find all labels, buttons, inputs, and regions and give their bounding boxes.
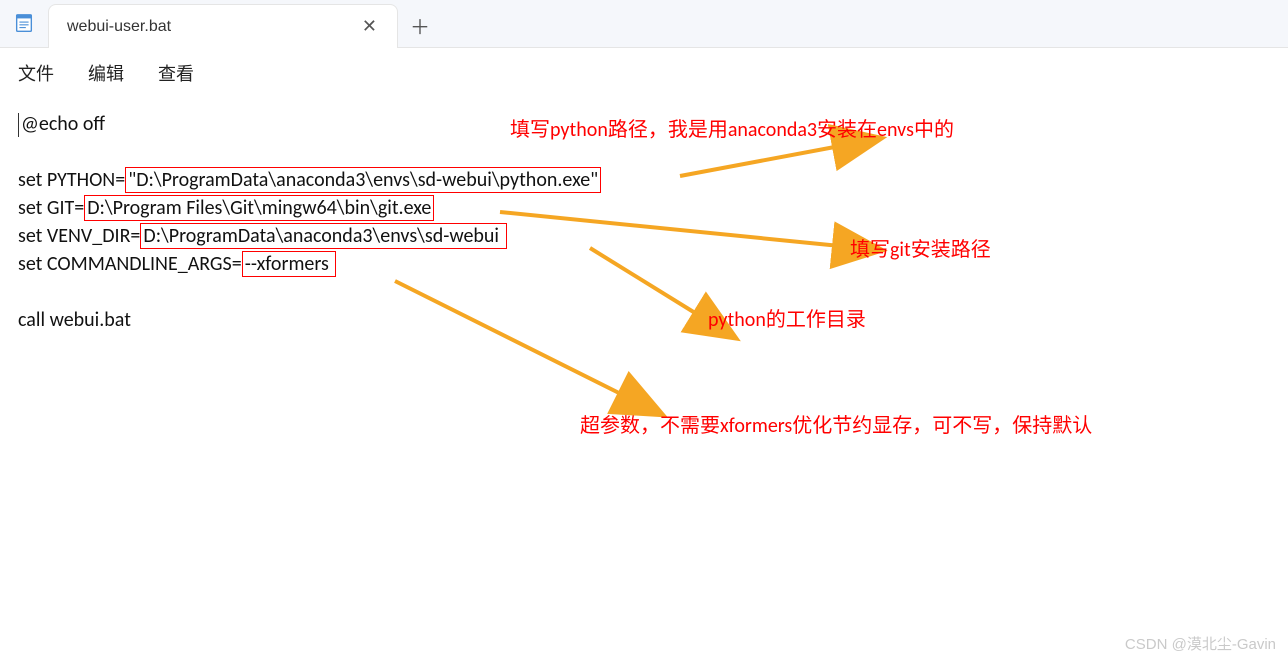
code-l3-git-path: D:\Program Files\Git\mingw64\bin\git.exe (84, 195, 434, 221)
code-l4-venv-dir: D:\ProgramData\anaconda3\envs\sd-webui (140, 223, 506, 249)
menu-edit[interactable]: 编辑 (88, 60, 124, 86)
notepad-icon (0, 0, 48, 47)
code-line-6: call webui.bat (18, 308, 131, 332)
code-l5-args: --xformers (242, 251, 337, 277)
annotation-python-path: 填写python路径，我是用anaconda3安装在envs中的 (510, 116, 954, 144)
code-l2-prefix: set PYTHON= (18, 168, 125, 192)
annotation-workdir: python的工作目录 (708, 306, 866, 334)
tab-title: webui-user.bat (67, 18, 171, 36)
code-l3-prefix: set GIT= (18, 196, 84, 220)
menu-view[interactable]: 查看 (158, 60, 194, 86)
tab-active[interactable]: webui-user.bat ✕ (48, 4, 398, 48)
editor-area[interactable]: @echo off set PYTHON="D:\ProgramData\ana… (0, 96, 1288, 348)
menu-file[interactable]: 文件 (18, 60, 54, 86)
menu-bar: 文件 编辑 查看 (0, 48, 1288, 96)
watermark: CSDN @漠北尘-Gavin (1125, 633, 1276, 654)
code-line-1: @echo off (21, 112, 105, 136)
annotation-git-path: 填写git安装路径 (850, 236, 991, 264)
tab-bar: webui-user.bat ✕ ＋ (0, 0, 1288, 48)
new-tab-button[interactable]: ＋ (398, 3, 442, 47)
close-icon[interactable]: ✕ (356, 14, 383, 39)
code-l5-prefix: set COMMANDLINE_ARGS= (18, 252, 242, 276)
code-l2-python-path: "D:\ProgramData\anaconda3\envs\sd-webui\… (125, 167, 601, 193)
code-l4-prefix: set VENV_DIR= (18, 224, 140, 248)
annotation-args: 超参数，不需要xformers优化节约显存，可不写，保持默认 (580, 412, 1092, 440)
